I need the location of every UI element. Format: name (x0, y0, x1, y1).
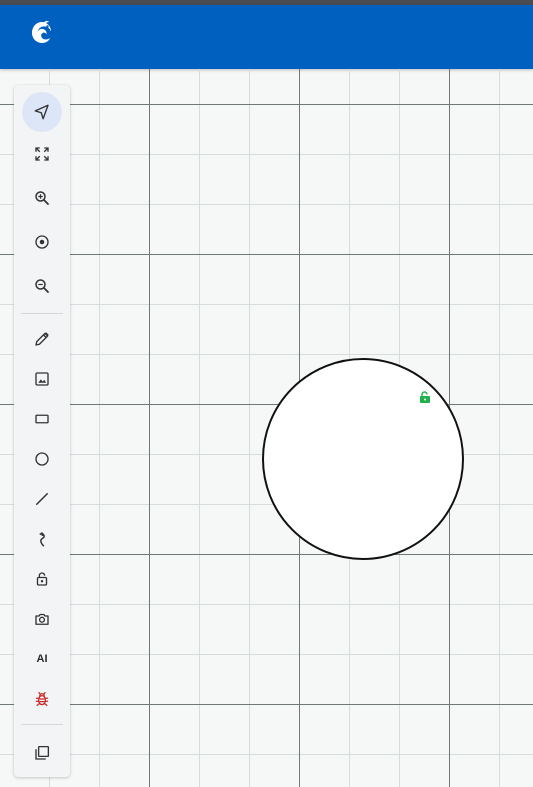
navigation-arrow-icon (34, 104, 49, 120)
fit-to-screen-tool[interactable] (22, 134, 62, 174)
center-tool[interactable] (22, 222, 62, 262)
chameleon-logo-icon[interactable] (28, 19, 56, 47)
curve-tool[interactable] (22, 519, 62, 559)
drawing-canvas[interactable] (0, 69, 533, 787)
toolbar-divider (21, 724, 63, 725)
ai-tool-label: AI (36, 653, 48, 665)
zoom-out-tool[interactable] (22, 266, 62, 306)
tool-palette: AI (14, 85, 70, 777)
ai-tool[interactable]: AI (22, 639, 62, 679)
copy-icon (35, 745, 50, 760)
app-bar (0, 5, 533, 69)
line-tool[interactable] (22, 479, 62, 519)
zoom-out-icon (35, 279, 49, 293)
lock-tool[interactable] (22, 559, 62, 599)
debug-tool[interactable] (22, 679, 62, 719)
camera-icon (35, 613, 49, 625)
circle-icon (35, 452, 49, 466)
bug-icon (35, 691, 49, 707)
pencil-icon (35, 332, 49, 346)
zoom-in-icon (35, 191, 49, 205)
line-icon (36, 493, 48, 505)
zoom-in-tool[interactable] (22, 178, 62, 218)
canvas-circle-shape[interactable] (262, 358, 464, 560)
select-tool[interactable] (22, 92, 62, 132)
circle-tool[interactable] (22, 439, 62, 479)
pencil-tool[interactable] (22, 319, 62, 359)
rectangle-tool[interactable] (22, 399, 62, 439)
fit-screen-icon (35, 147, 49, 161)
rectangle-icon (35, 414, 49, 424)
target-icon (35, 235, 49, 249)
screenshot-tool[interactable] (22, 599, 62, 639)
image-icon (35, 372, 49, 386)
toolbar-divider (21, 313, 63, 314)
curve-arrow-icon (39, 532, 45, 547)
lock-open-icon (36, 572, 48, 586)
copy-tool[interactable] (22, 733, 62, 773)
image-tool[interactable] (22, 359, 62, 399)
